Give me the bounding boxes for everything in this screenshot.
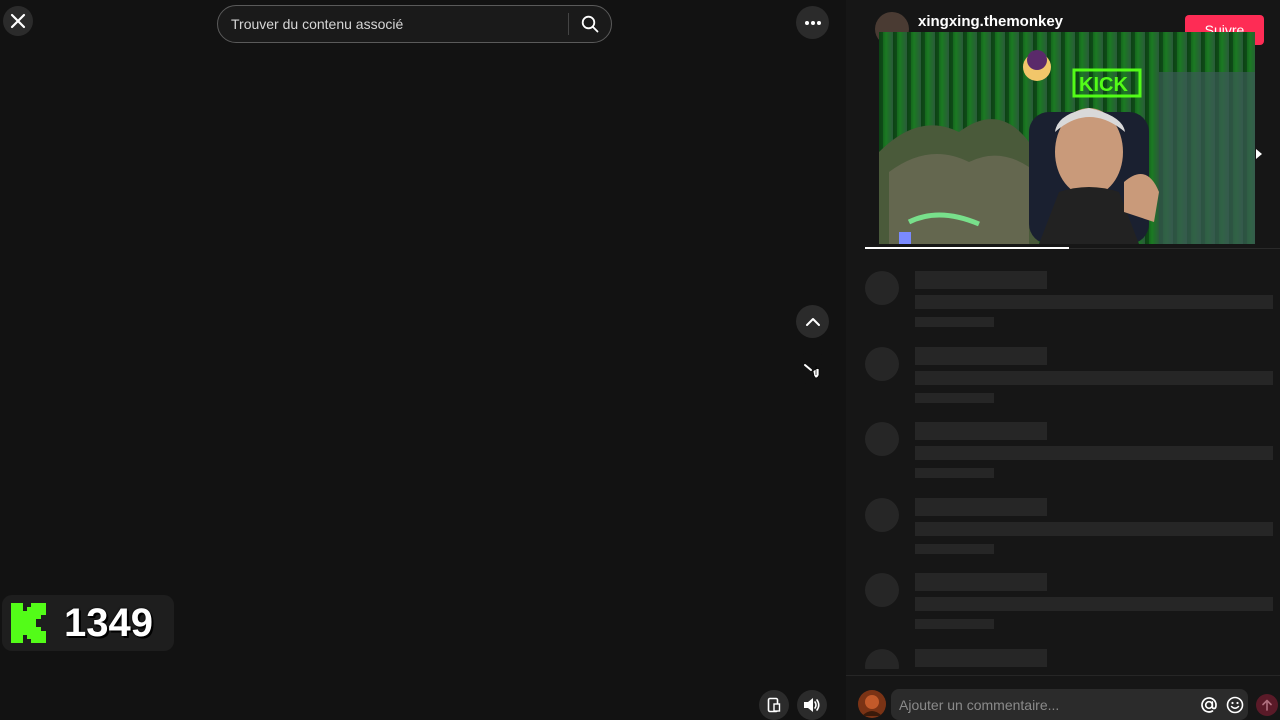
device-toggle-button[interactable] [759,690,789,720]
chevron-up-icon [805,317,820,326]
mention-button[interactable] [1196,692,1222,718]
comment-skeleton [865,347,1275,407]
volume-button[interactable] [797,690,827,720]
volume-icon [804,698,820,712]
stream-preview-illustration: KICK [879,32,1255,244]
chevron-down-icon [803,363,819,378]
more-icon [804,20,821,25]
active-tab-indicator [865,247,1069,249]
next-video-button[interactable] [796,352,829,385]
search-bar [217,5,612,43]
close-icon [10,13,26,29]
close-button[interactable] [3,6,33,36]
svg-text:KICK: KICK [1079,74,1128,96]
send-comment-button[interactable] [1256,694,1278,716]
my-avatar [858,690,886,718]
comment-bar-divider [846,675,1280,676]
emoji-button[interactable] [1222,692,1248,718]
comment-skeleton [865,422,1275,482]
kick-logo-icon [11,603,46,643]
chevron-right-icon[interactable] [1254,148,1264,160]
emoji-icon [1226,696,1244,713]
kick-follower-overlay: 1349 [2,595,174,651]
previous-video-button[interactable] [796,305,829,338]
more-options-button[interactable] [796,6,829,39]
search-input[interactable] [218,6,568,42]
mention-icon [1201,696,1217,713]
mobile-icon [767,697,781,713]
comment-composer [891,689,1248,720]
stream-preview-image: KICK [879,32,1255,244]
video-stage: 1349 [0,0,846,720]
comment-skeleton [865,498,1275,558]
search-button[interactable] [569,6,611,42]
search-icon [581,15,599,33]
comment-input[interactable] [899,696,1196,713]
comment-skeleton [865,649,1275,669]
follower-count: 1349 [64,600,153,645]
comment-skeleton [865,271,1275,331]
send-icon [1262,699,1272,711]
creator-username[interactable]: xingxing.themonkey [918,13,1063,30]
comment-skeleton [865,573,1275,633]
